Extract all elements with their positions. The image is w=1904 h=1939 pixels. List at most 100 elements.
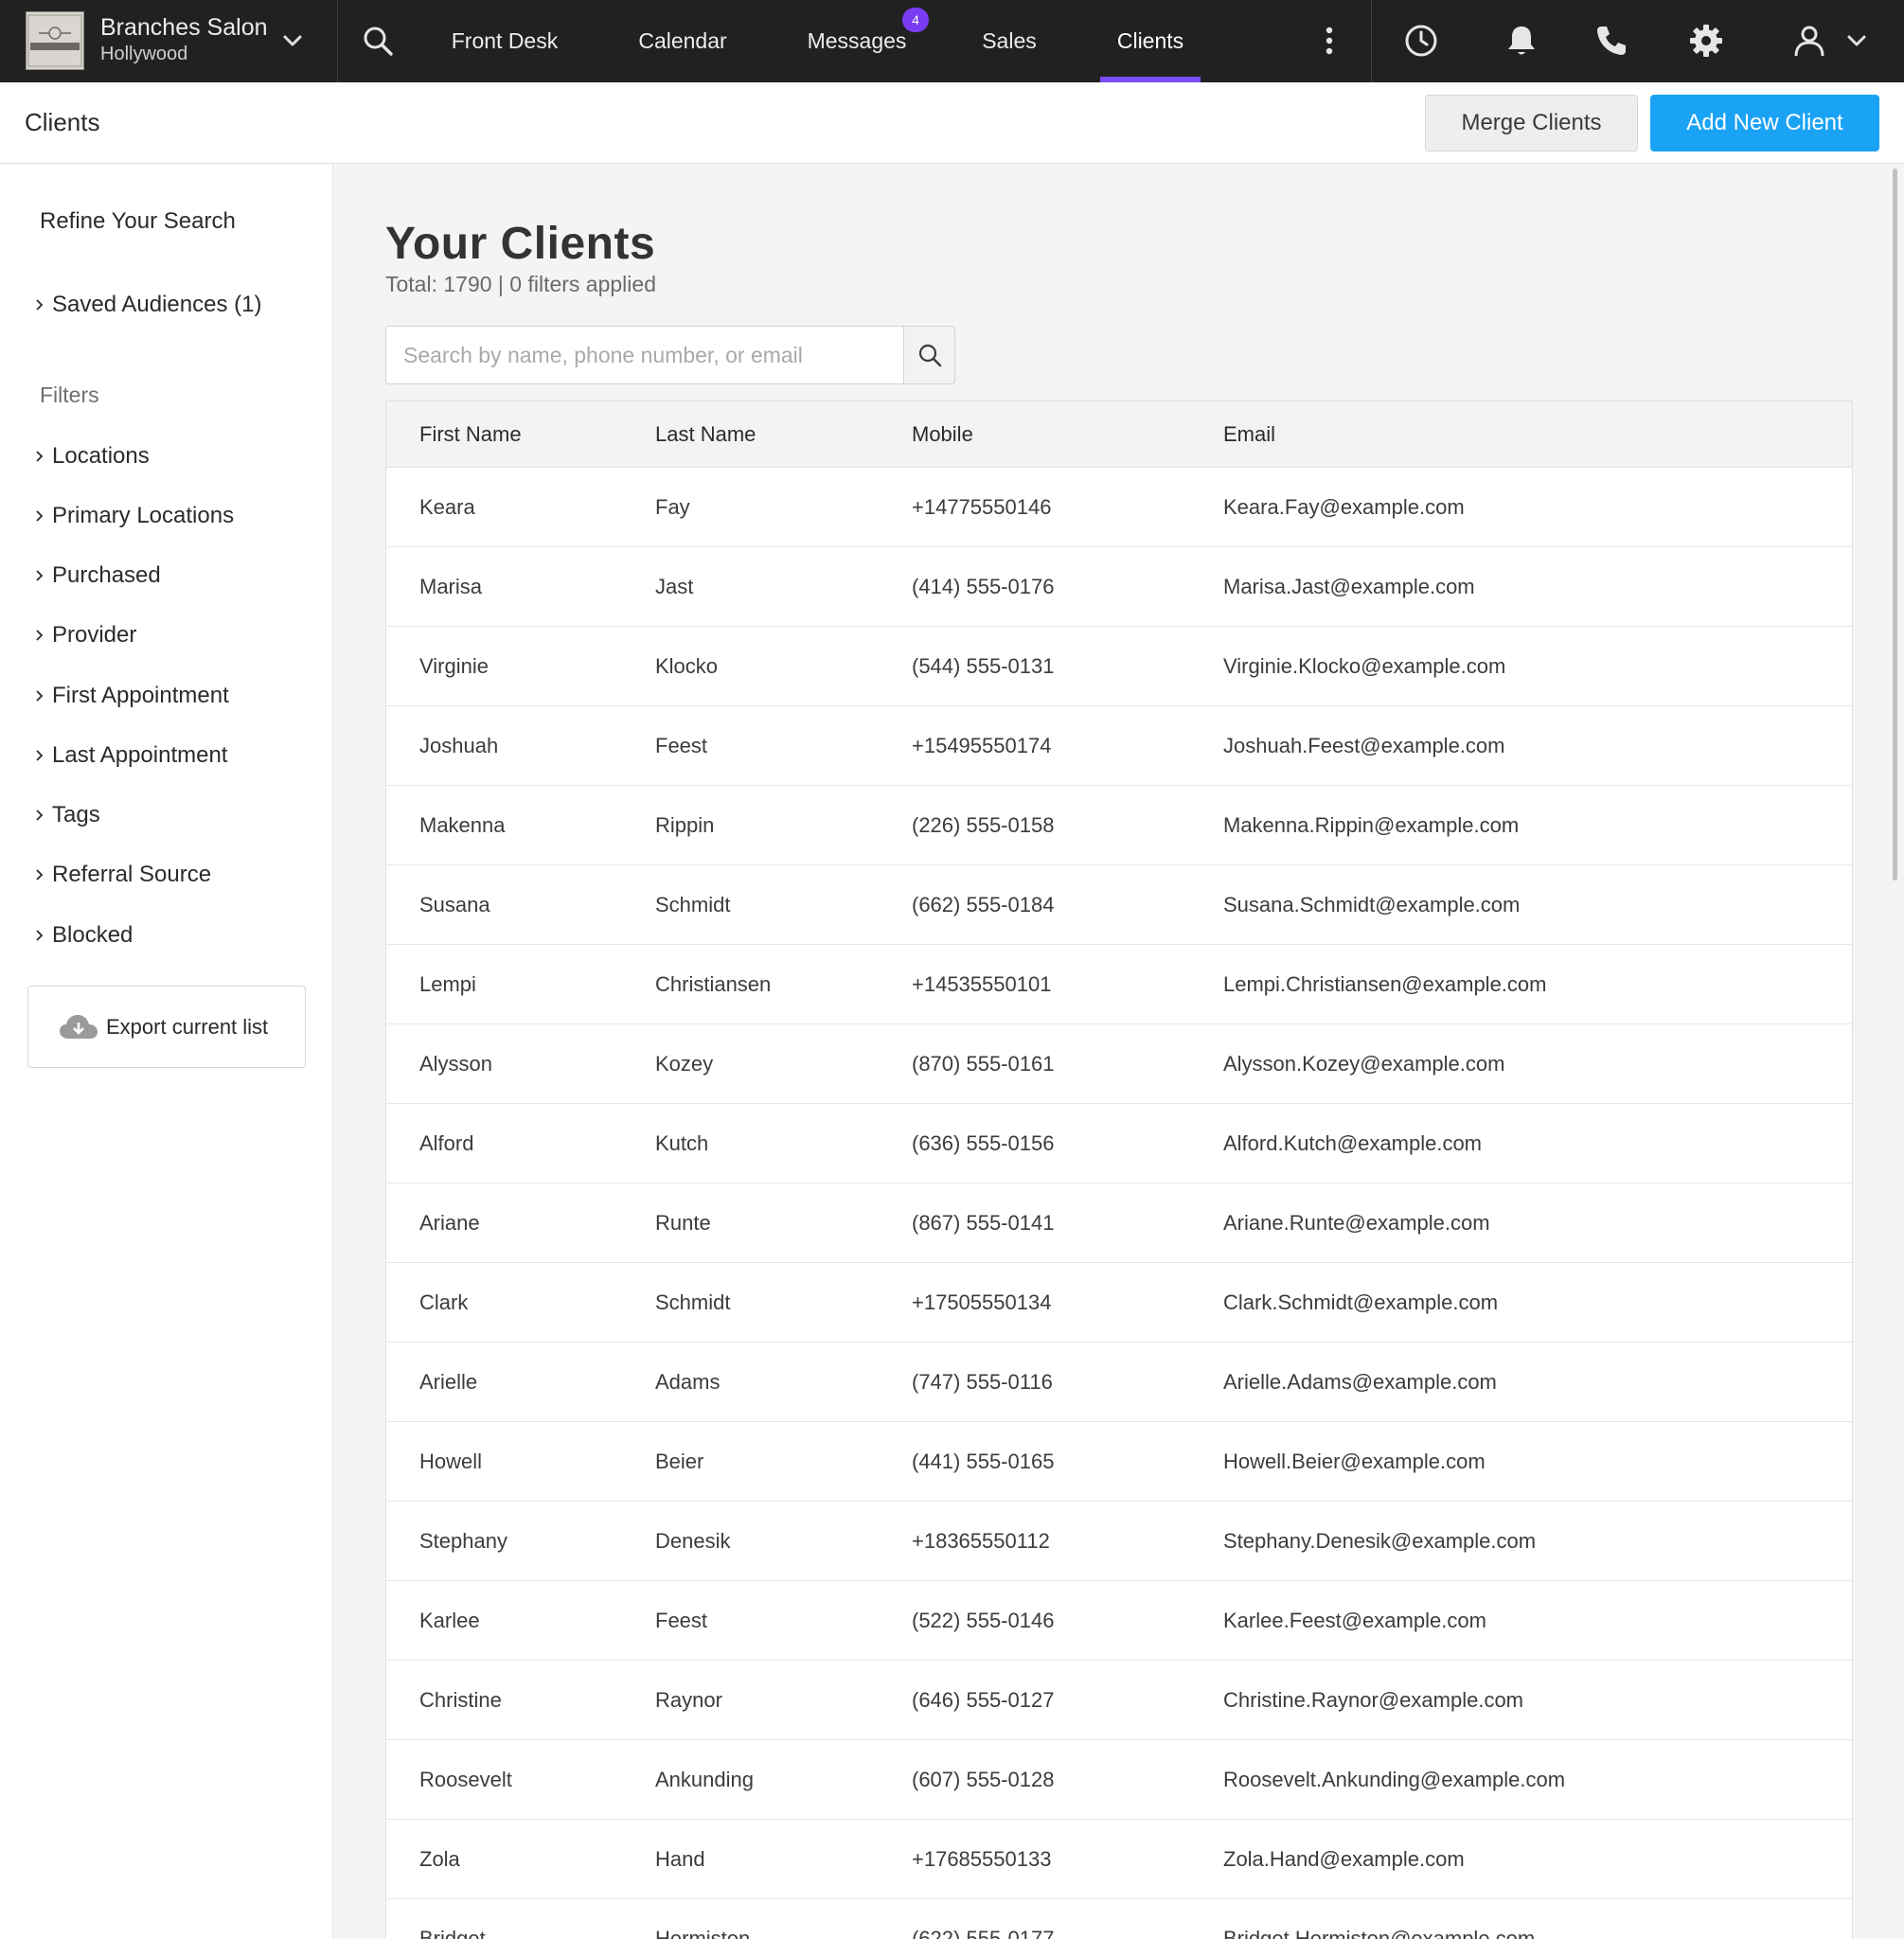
salon-name: Branches Salon bbox=[100, 14, 268, 41]
cell-first-name: Susana bbox=[419, 893, 490, 916]
column-header-first-name[interactable]: First Name bbox=[419, 401, 522, 468]
sidebar-item-first-appointment[interactable]: First Appointment bbox=[32, 683, 229, 709]
clients-table: First Name Last Name Mobile Email Keara F… bbox=[385, 400, 1853, 1939]
table-row[interactable]: Marisa Jast (414) 555-0176 Marisa.Jast@exam… bbox=[386, 547, 1852, 627]
cell-last-name: Raynor bbox=[655, 1688, 722, 1712]
location-switcher[interactable]: Branches Salon Hollywood bbox=[0, 0, 338, 82]
cell-email: Karlee.Feest@example.com bbox=[1223, 1609, 1486, 1632]
table-row[interactable]: Susana Schmidt (662) 555-0184 Susana.Schmid… bbox=[386, 865, 1852, 945]
table-body: Keara Fay +14775550146 Keara.Fay@example.co… bbox=[386, 468, 1852, 1939]
sidebar-item-tags[interactable]: Tags bbox=[32, 802, 100, 828]
table-row[interactable]: Howell Beier (441) 555-0165 Howell.Beier@ex… bbox=[386, 1422, 1852, 1502]
table-row[interactable]: Clark Schmidt +17505550134 Clark.Schmidt@ex… bbox=[386, 1263, 1852, 1343]
cell-email: Roosevelt.Ankunding@example.com bbox=[1223, 1768, 1566, 1791]
chevron-right-icon bbox=[36, 299, 44, 311]
table-row[interactable]: Christine Raynor (646) 555-0127 Christine.R… bbox=[386, 1661, 1852, 1740]
gear-icon[interactable] bbox=[1688, 23, 1724, 59]
table-row[interactable]: Alysson Kozey (870) 555-0161 Alysson.Kozey@… bbox=[386, 1024, 1852, 1104]
cell-first-name: Howell bbox=[419, 1450, 483, 1473]
cell-last-name: Feest bbox=[655, 1609, 708, 1632]
phone-icon[interactable] bbox=[1593, 23, 1629, 59]
cell-last-name: Jast bbox=[655, 575, 694, 598]
table-row[interactable]: Virginie Klocko (544) 555-0131 Virginie.Klo… bbox=[386, 627, 1852, 706]
cell-email: Howell.Beier@example.com bbox=[1223, 1450, 1486, 1473]
table-row[interactable]: Arielle Adams (747) 555-0116 Arielle.Adams@… bbox=[386, 1343, 1852, 1422]
user-icon[interactable] bbox=[1791, 23, 1827, 59]
sidebar-item-referral-source[interactable]: Referral Source bbox=[32, 862, 211, 888]
sidebar-item-primary-locations[interactable]: Primary Locations bbox=[32, 503, 234, 529]
cell-email: Alford.Kutch@example.com bbox=[1223, 1131, 1483, 1155]
table-row[interactable]: Alford Kutch (636) 555-0156 Alford.Kutch@ex… bbox=[386, 1104, 1852, 1183]
cell-first-name: Stephany bbox=[419, 1529, 507, 1553]
cell-email: Susana.Schmidt@example.com bbox=[1223, 893, 1521, 916]
sidebar-item-saved-audiences[interactable]: Saved Audiences (1) bbox=[32, 292, 261, 318]
cell-first-name: Karlee bbox=[419, 1609, 480, 1632]
sidebar-item-purchased[interactable]: Purchased bbox=[32, 562, 161, 589]
messages-count-badge: 4 bbox=[902, 8, 929, 32]
sidebar-item-locations[interactable]: Locations bbox=[32, 443, 150, 470]
table-row[interactable]: Karlee Feest (522) 555-0146 Karlee.Feest@ex… bbox=[386, 1581, 1852, 1661]
column-header-mobile[interactable]: Mobile bbox=[912, 401, 973, 468]
client-search bbox=[385, 326, 955, 384]
export-label: Export current list bbox=[106, 1014, 269, 1039]
sidebar-item-provider[interactable]: Provider bbox=[32, 622, 136, 649]
cell-mobile: (662) 555-0184 bbox=[912, 893, 1055, 916]
table-row[interactable]: Ariane Runte (867) 555-0141 Ariane.Runte@ex… bbox=[386, 1183, 1852, 1263]
chevron-right-icon bbox=[36, 750, 44, 761]
more-vertical-icon[interactable] bbox=[1319, 25, 1340, 57]
table-row[interactable]: Zola Hand +17685550133 Zola.Hand@example.co… bbox=[386, 1820, 1852, 1899]
chevron-right-icon bbox=[36, 869, 44, 881]
cell-first-name: Makenna bbox=[419, 813, 506, 837]
table-row[interactable]: Roosevelt Ankunding (607) 555-0128 Roosevel… bbox=[386, 1740, 1852, 1820]
cell-first-name: Virginie bbox=[419, 654, 489, 678]
table-header: First Name Last Name Mobile Email bbox=[386, 401, 1852, 468]
cell-mobile: (607) 555-0128 bbox=[912, 1768, 1055, 1791]
page-scrollbar[interactable] bbox=[1893, 169, 1897, 881]
cell-first-name: Alysson bbox=[419, 1052, 493, 1076]
chevron-right-icon bbox=[36, 510, 44, 522]
cell-mobile: (414) 555-0176 bbox=[912, 575, 1055, 598]
table-row[interactable]: Joshuah Feest +15495550174 Joshuah.Feest@ex… bbox=[386, 706, 1852, 786]
column-header-last-name[interactable]: Last Name bbox=[655, 401, 756, 468]
table-row[interactable]: Keara Fay +14775550146 Keara.Fay@example.co… bbox=[386, 468, 1852, 547]
cell-mobile: +18365550112 bbox=[912, 1529, 1050, 1553]
client-search-input[interactable] bbox=[385, 326, 904, 384]
cell-email: Keara.Fay@example.com bbox=[1223, 495, 1465, 519]
sidebar-item-last-appointment[interactable]: Last Appointment bbox=[32, 742, 227, 769]
cell-mobile: (636) 555-0156 bbox=[912, 1131, 1055, 1155]
add-new-client-button[interactable]: Add New Client bbox=[1650, 95, 1879, 151]
cell-email: Stephany.Denesik@example.com bbox=[1223, 1529, 1537, 1553]
merge-clients-button[interactable]: Merge Clients bbox=[1425, 95, 1638, 151]
bell-icon[interactable] bbox=[1504, 23, 1539, 59]
cell-email: Arielle.Adams@example.com bbox=[1223, 1370, 1497, 1394]
nav-clients[interactable]: Clients bbox=[1100, 0, 1201, 82]
table-row[interactable]: Lempi Christiansen +14535550101 Lempi.Chris… bbox=[386, 945, 1852, 1024]
search-submit-button[interactable] bbox=[903, 326, 955, 384]
cell-first-name: Bridget bbox=[419, 1927, 486, 1939]
chevron-right-icon bbox=[36, 690, 44, 702]
cell-email: Alysson.Kozey@example.com bbox=[1223, 1052, 1505, 1076]
cell-last-name: Runte bbox=[655, 1211, 711, 1235]
cell-email: Bridget.Hermiston@example.com bbox=[1223, 1927, 1536, 1939]
nav-front-desk[interactable]: Front Desk bbox=[443, 0, 566, 82]
sidebar-item-label: Provider bbox=[52, 622, 137, 648]
table-row[interactable]: Makenna Rippin (226) 555-0158 Makenna.Rippi… bbox=[386, 786, 1852, 865]
nav-messages[interactable]: Messages bbox=[799, 0, 915, 82]
cell-mobile: (646) 555-0127 bbox=[912, 1688, 1055, 1712]
table-row[interactable]: Stephany Denesik +18365550112 Stephany.Dene… bbox=[386, 1502, 1852, 1581]
cell-email: Lempi.Christiansen@example.com bbox=[1223, 972, 1547, 996]
sidebar-item-label: First Appointment bbox=[52, 683, 229, 708]
column-header-email[interactable]: Email bbox=[1223, 401, 1275, 468]
export-current-list-button[interactable]: Export current list bbox=[27, 986, 306, 1068]
clock-icon[interactable] bbox=[1403, 23, 1439, 59]
sidebar-item-blocked[interactable]: Blocked bbox=[32, 922, 133, 949]
chevron-down-icon[interactable] bbox=[1844, 28, 1869, 53]
sidebar-item-label: Tags bbox=[52, 802, 100, 827]
nav-calendar[interactable]: Calendar bbox=[626, 0, 739, 82]
page-title: Clients bbox=[25, 108, 100, 136]
table-row[interactable]: Bridget Hermiston (622) 555-0177 Bridget.He… bbox=[386, 1899, 1852, 1939]
cell-first-name: Christine bbox=[419, 1688, 502, 1712]
search-icon[interactable] bbox=[362, 25, 394, 57]
cell-email: Marisa.Jast@example.com bbox=[1223, 575, 1475, 598]
nav-sales[interactable]: Sales bbox=[975, 0, 1043, 82]
